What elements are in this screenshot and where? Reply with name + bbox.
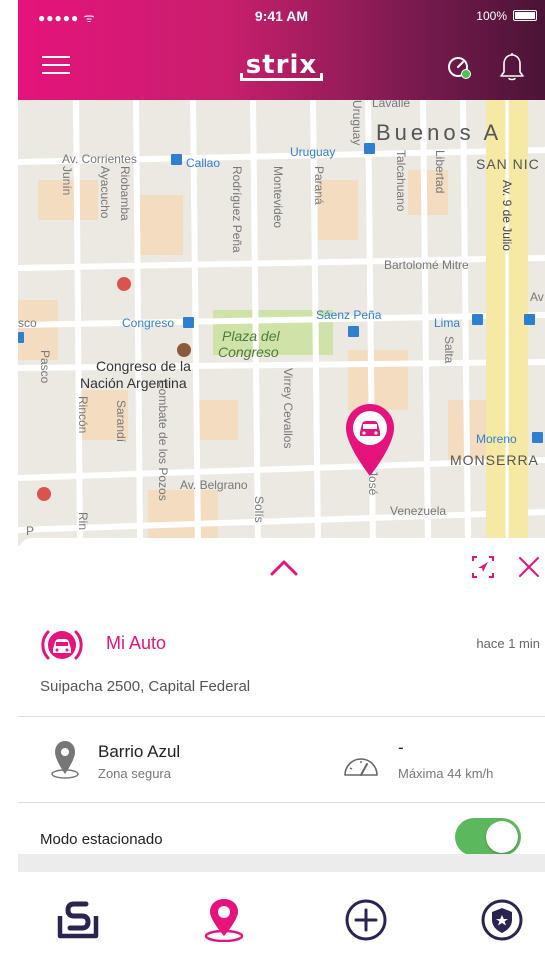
map-view[interactable]: Av. Corrientes Callao Uruguay Uruguay La…	[18, 100, 545, 546]
city-label: Buenos A	[376, 120, 503, 145]
street-label: Pasco	[38, 350, 52, 384]
street-label: Lavalle	[372, 100, 411, 110]
toggle-knob	[486, 821, 518, 853]
status-bar: ●●●●● ᯤ 9:41 AM 100%	[18, 0, 545, 30]
last-update-time: hace 1 min	[476, 636, 540, 651]
status-time: 9:41 AM	[254, 8, 309, 24]
battery-percent: 100%	[476, 9, 507, 23]
street-label: Virrey Cevallos	[281, 368, 295, 449]
app-header: ●●●●● ᯤ 9:41 AM 100% strix	[18, 0, 545, 100]
speedometer-icon	[344, 758, 378, 776]
current-speed: -	[398, 738, 404, 757]
place-label: Nación Argentina	[80, 375, 187, 391]
street-label: Congreso	[122, 316, 175, 330]
divider	[18, 716, 545, 717]
close-icon[interactable]	[516, 552, 542, 582]
add-icon[interactable]	[344, 898, 388, 942]
street-label: Venezuela	[390, 504, 447, 518]
divider	[18, 802, 545, 803]
street-label: Uruguay	[350, 100, 364, 146]
street-label: Lima	[434, 316, 461, 330]
logo-text: strix	[239, 52, 324, 81]
car-location-pin[interactable]	[342, 402, 398, 478]
vehicle-panel: Mi Auto hace 1 min Suipacha 2500, Capita…	[18, 538, 545, 966]
street-label: Combate de los Pozos	[156, 380, 170, 501]
street-label: Av. Belgrano	[180, 478, 248, 492]
speedometer-alert-icon[interactable]	[443, 50, 475, 82]
street-label: P	[26, 524, 35, 538]
shield-icon[interactable]	[480, 898, 524, 942]
street-label: Junín	[60, 166, 74, 196]
vehicle-header[interactable]: Mi Auto hace 1 min	[40, 623, 540, 663]
zone-name: Barrio Azul	[98, 742, 181, 761]
district-label: SAN NIC	[476, 156, 540, 172]
district-label: MONSERRA	[450, 452, 539, 468]
street-label: Riobamba	[118, 166, 132, 221]
street-label: Libertad	[433, 150, 447, 194]
street-label: Rincón	[76, 396, 90, 434]
street-label: Moreno	[476, 432, 517, 446]
chevron-up-icon[interactable]	[268, 552, 300, 582]
street-label: Rodríguez Peña	[230, 166, 244, 253]
park-label: Congreso	[218, 344, 279, 360]
street-label: Av. Corrientes	[62, 152, 137, 166]
separator-band	[18, 854, 545, 872]
battery-icon	[513, 10, 537, 21]
street-label: Sarandí	[114, 400, 128, 443]
street-label: Rin	[76, 512, 90, 531]
street-label: sco	[18, 316, 37, 330]
street-label: Talcahuano	[394, 150, 408, 212]
strix-home-icon[interactable]	[56, 898, 100, 942]
zone-status: Zona segura	[98, 766, 171, 781]
street-label: Callao	[186, 156, 221, 170]
parking-mode-toggle[interactable]	[455, 818, 521, 856]
tab-bar	[18, 872, 545, 966]
max-speed: Máxima 44 km/h	[398, 766, 494, 781]
street-label: Av	[530, 290, 544, 304]
street-label: Uruguay	[290, 145, 336, 159]
vehicle-address: Suipacha 2500, Capital Federal	[40, 678, 251, 695]
street-label: Bartolomé Mitre	[384, 258, 469, 272]
place-label: Congreso de la	[96, 358, 191, 374]
vehicle-name: Mi Auto	[106, 633, 167, 653]
center-location-icon[interactable]	[470, 552, 496, 582]
street-label: Av. 9 de Julio	[500, 180, 514, 251]
car-icon	[41, 630, 83, 660]
park-label: Plaza del	[222, 328, 280, 344]
street-label: Paraná	[312, 166, 326, 205]
speed-info: - Máxima 44 km/h	[342, 738, 542, 788]
location-icon[interactable]	[202, 898, 246, 942]
parking-mode-label: Modo estacionado	[40, 831, 163, 848]
zone-pin-icon	[51, 741, 79, 779]
street-label: Salta	[442, 336, 456, 364]
street-label: Solís	[252, 496, 266, 523]
zone-info: Barrio Azul Zona segura	[50, 738, 250, 788]
street-label: Sáenz Peña	[316, 308, 382, 322]
street-label: Ayacucho	[98, 166, 112, 219]
street-label: Montevideo	[271, 166, 285, 229]
bell-icon[interactable]	[496, 50, 528, 82]
